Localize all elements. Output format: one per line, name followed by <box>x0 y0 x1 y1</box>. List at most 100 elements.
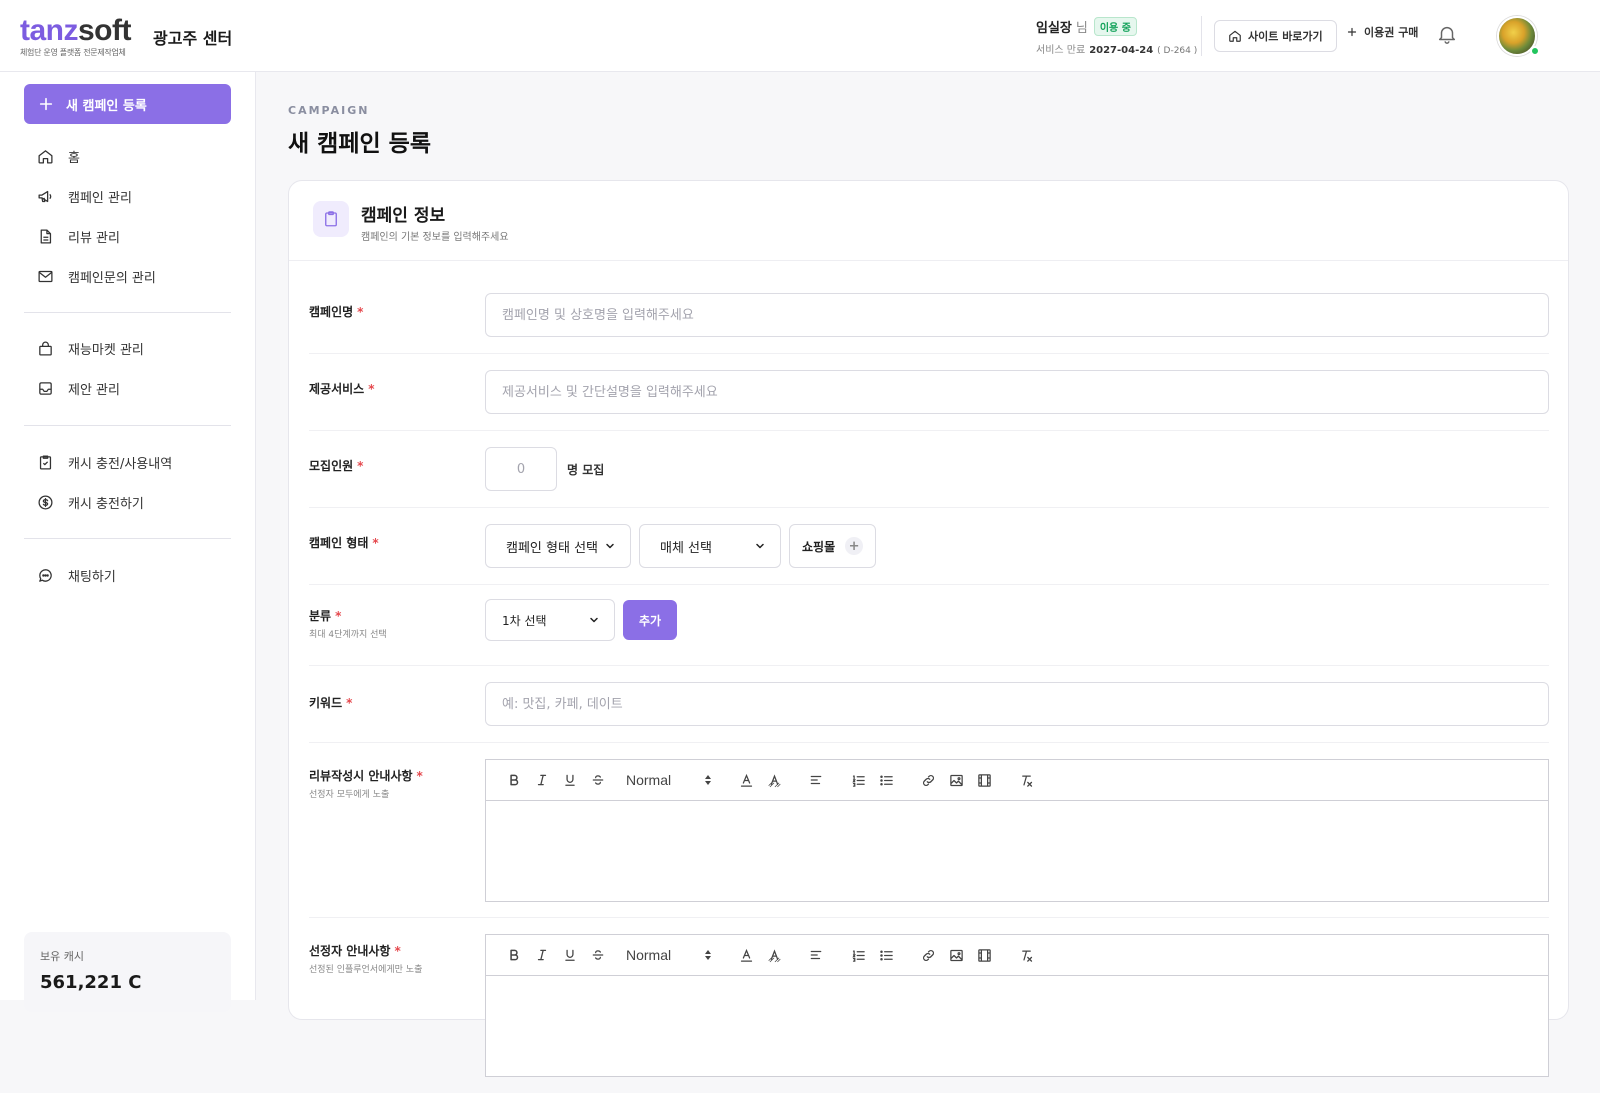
campaign-name-input[interactable] <box>485 293 1549 337</box>
recruit-suffix: 명 모집 <box>567 463 605 477</box>
sidebar-item-cash-charge[interactable]: 캐시 충전하기 <box>24 482 231 522</box>
strike-icon <box>592 950 604 960</box>
clear-format-button[interactable] <box>1012 768 1040 792</box>
recruit-count-input[interactable] <box>485 447 557 491</box>
italic-button[interactable] <box>528 943 556 967</box>
review-guide-editor-body[interactable] <box>486 801 1548 901</box>
media-select[interactable]: 매체 선택 <box>639 524 781 568</box>
bullet-list-button[interactable] <box>872 768 900 792</box>
italic-button[interactable] <box>528 768 556 792</box>
new-campaign-button[interactable]: 새 캠페인 등록 <box>24 84 231 124</box>
plus-icon <box>39 97 53 111</box>
campaign-info-card: 캠페인 정보 캠페인의 기본 정보를 입력해주세요 캠페인명* 제공서비스* 모… <box>288 180 1569 1077</box>
sidebar-item-label: 리뷰 관리 <box>68 230 120 246</box>
underline-icon <box>565 774 575 786</box>
online-status-dot <box>1530 46 1540 56</box>
underline-button[interactable] <box>556 768 584 792</box>
sidebar-item-campaigns[interactable]: 캠페인 관리 <box>24 176 231 216</box>
ordered-list-button[interactable] <box>844 768 872 792</box>
format-select[interactable]: Normal <box>620 768 720 792</box>
sidebar-item-label: 채팅하기 <box>68 569 116 585</box>
ordered-list-button[interactable] <box>844 943 872 967</box>
clear-format-icon <box>1021 775 1032 787</box>
bullet-list-button[interactable] <box>872 943 900 967</box>
image-button[interactable] <box>942 943 970 967</box>
home-icon <box>1229 30 1241 42</box>
align-left-icon <box>810 775 822 785</box>
highlight-icon <box>768 948 780 962</box>
field-label: 분류 * <box>309 609 342 623</box>
sidebar-item-proposals[interactable]: 제안 관리 <box>24 368 231 408</box>
sidebar-item-label: 캠페인 관리 <box>68 190 132 206</box>
category-level1-select[interactable]: 1차 선택 <box>485 599 615 641</box>
site-shortcut-button[interactable]: 사이트 바로가기 <box>1214 20 1337 52</box>
required-mark: * <box>357 459 364 473</box>
plus-icon[interactable]: + <box>845 537 864 555</box>
brand-logo[interactable]: tanzsoft 체험단 운영 플랫폼 전문제작업체 <box>20 16 132 58</box>
user-name: 임실장 <box>1036 21 1072 36</box>
editor-toolbar: Normal <box>486 935 1548 976</box>
buy-pass-button[interactable]: 이용권 구매 <box>1346 24 1418 40</box>
bullet-list-icon <box>879 950 893 960</box>
service-input[interactable] <box>485 370 1549 414</box>
sidebar-item-chat[interactable]: 채팅하기 <box>24 555 231 595</box>
bold-button[interactable] <box>500 943 528 967</box>
editor-toolbar: Normal <box>486 760 1548 801</box>
shopping-mall-chip[interactable]: 쇼핑몰 + <box>789 524 877 568</box>
sort-arrows-icon <box>705 775 711 785</box>
sidebar-item-reviews[interactable]: 리뷰 관리 <box>24 216 231 256</box>
background-color-button[interactable] <box>760 768 788 792</box>
card-subtitle: 캠페인의 기본 정보를 입력해주세요 <box>361 232 509 243</box>
video-icon <box>977 948 991 962</box>
strike-button[interactable] <box>584 943 612 967</box>
field-label: 리뷰작성시 안내사항 * <box>309 769 423 783</box>
sidebar-item-home[interactable]: 홈 <box>24 136 231 176</box>
sidebar-item-label: 제안 관리 <box>68 382 120 398</box>
review-guide-editor: Normal <box>485 759 1549 902</box>
bold-button[interactable] <box>500 768 528 792</box>
align-left-icon <box>810 950 822 960</box>
underline-button[interactable] <box>556 943 584 967</box>
sidebar-divider <box>24 538 231 539</box>
sidebar-item-inquiries[interactable]: 캠페인문의 관리 <box>24 256 231 296</box>
italic-icon <box>537 949 547 961</box>
notification-bell-icon[interactable] <box>1436 22 1458 50</box>
mail-icon <box>38 270 53 282</box>
category-add-button[interactable]: 추가 <box>623 600 677 640</box>
expire-dday: ( D-264 ) <box>1157 46 1198 56</box>
clipboard-icon <box>313 201 349 237</box>
background-color-button[interactable] <box>760 943 788 967</box>
image-button[interactable] <box>942 768 970 792</box>
sidebar-item-cash-history[interactable]: 캐시 충전/사용내역 <box>24 442 231 482</box>
chevron-down-icon <box>590 617 598 623</box>
document-icon <box>40 228 52 244</box>
clear-format-button[interactable] <box>1012 943 1040 967</box>
video-button[interactable] <box>970 768 998 792</box>
sidebar-item-label: 캐시 충전/사용내역 <box>68 456 173 472</box>
link-icon <box>922 774 934 786</box>
link-icon <box>922 949 934 961</box>
text-color-button[interactable] <box>732 943 760 967</box>
sidebar-item-talent-market[interactable]: 재능마켓 관리 <box>24 328 231 368</box>
video-button[interactable] <box>970 943 998 967</box>
bold-icon <box>510 774 519 786</box>
form-row-review-guide: 리뷰작성시 안내사항 * 선정자 모두에게 노출 Normal <box>309 743 1549 918</box>
text-color-button[interactable] <box>732 768 760 792</box>
align-button[interactable] <box>802 943 830 967</box>
selected-guide-editor-body[interactable] <box>486 976 1548 1076</box>
nav-group-market: 재능마켓 관리 제안 관리 <box>24 328 231 408</box>
align-button[interactable] <box>802 768 830 792</box>
required-mark: * <box>335 609 342 623</box>
user-suffix: 님 <box>1075 21 1088 36</box>
strike-button[interactable] <box>584 768 612 792</box>
link-button[interactable] <box>914 768 942 792</box>
video-icon <box>977 773 991 787</box>
required-mark: * <box>357 305 364 319</box>
status-badge: 이용 중 <box>1093 17 1137 36</box>
site-shortcut-label: 사이트 바로가기 <box>1248 30 1323 43</box>
campaign-type-select[interactable]: 캠페인 형태 선택 <box>485 524 631 568</box>
link-button[interactable] <box>914 943 942 967</box>
format-select[interactable]: Normal <box>620 943 720 967</box>
required-mark: * <box>368 382 375 396</box>
keyword-input[interactable] <box>485 682 1549 726</box>
